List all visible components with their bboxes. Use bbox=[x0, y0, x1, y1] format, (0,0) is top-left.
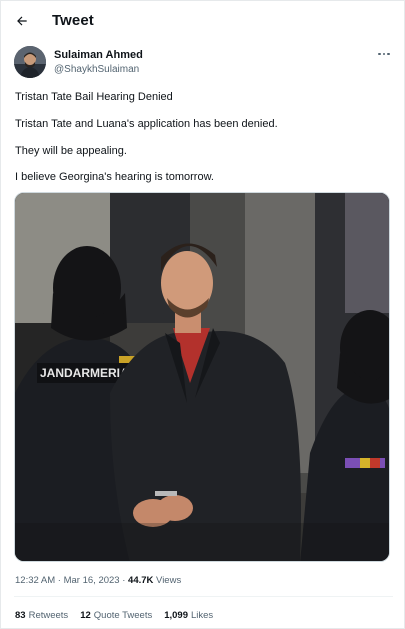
more-horizontal-icon bbox=[378, 52, 381, 56]
arrow-left-icon bbox=[17, 16, 27, 26]
tweet-text-line: They will be appealing. bbox=[15, 145, 127, 157]
author-name[interactable]: Sulaiman Ahmed bbox=[54, 49, 143, 61]
views-label: Views bbox=[156, 575, 182, 586]
tweet-page: Tweet Sulaiman Ahmed @ShaykhSulaiman Tri… bbox=[0, 0, 405, 629]
page-title: Tweet bbox=[52, 12, 94, 29]
tweet-text-line: Tristan Tate and Luana's application has… bbox=[15, 118, 278, 130]
tweet-meta: 12:32 AM · Mar 16, 2023 · 44.7K Views bbox=[15, 575, 182, 586]
tweet-text-line: Tristan Tate Bail Hearing Denied bbox=[15, 91, 173, 103]
views-count: 44.7K bbox=[128, 575, 154, 586]
divider bbox=[14, 596, 393, 597]
photo-image: JANDARMERIA bbox=[15, 193, 389, 561]
likes-stat[interactable]: 1,099 Likes bbox=[164, 610, 213, 621]
tweet-text-line: I believe Georgina's hearing is tomorrow… bbox=[15, 171, 214, 183]
back-button[interactable] bbox=[11, 10, 33, 32]
more-options-button[interactable] bbox=[375, 47, 393, 61]
author-handle[interactable]: @ShaykhSulaiman bbox=[54, 64, 139, 75]
retweets-stat[interactable]: 83 Retweets bbox=[15, 610, 68, 621]
quotes-stat[interactable]: 12 Quote Tweets bbox=[80, 610, 152, 621]
vest-label: JANDARMERIA bbox=[40, 366, 129, 380]
tweet-photo[interactable]: JANDARMERIA bbox=[14, 192, 390, 562]
tweet-stats: 83 Retweets 12 Quote Tweets 1,099 Likes bbox=[15, 610, 213, 621]
avatar[interactable] bbox=[14, 46, 46, 78]
tweet-time[interactable]: 12:32 AM bbox=[15, 575, 55, 586]
header: Tweet bbox=[1, 1, 405, 41]
tweet-date[interactable]: Mar 16, 2023 bbox=[64, 575, 120, 586]
avatar-image bbox=[14, 46, 46, 78]
